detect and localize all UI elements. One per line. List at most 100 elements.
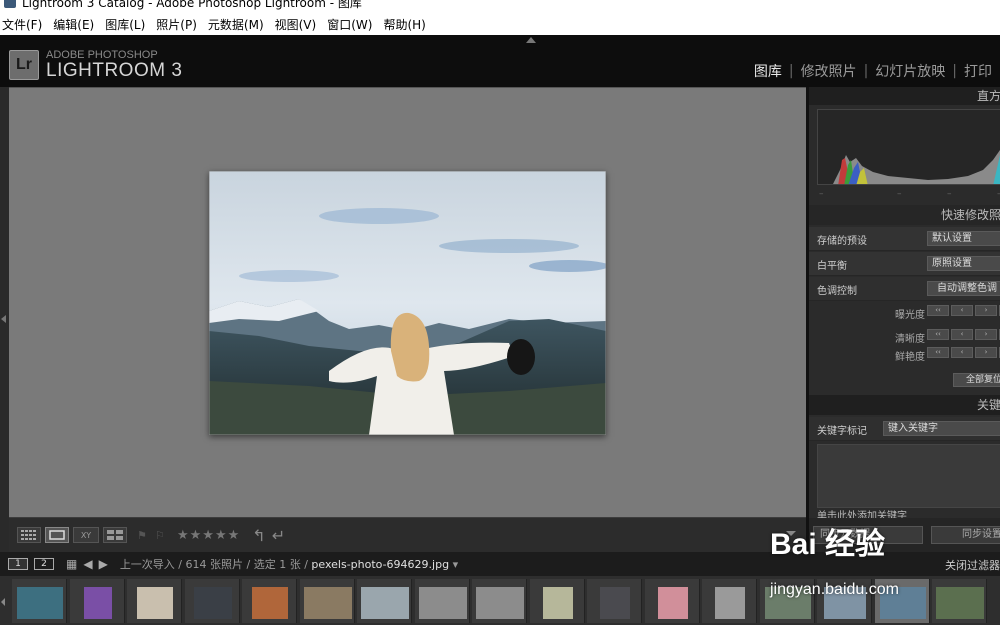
chevron-down-icon[interactable]: ▾ <box>453 558 459 571</box>
flag-pick-icon[interactable]: ⚑ <box>137 529 149 542</box>
main-window-button[interactable]: 1 <box>8 558 28 570</box>
forward-arrow-icon[interactable]: ▶ <box>99 557 108 571</box>
module-separator: | <box>788 63 794 79</box>
histogram-graph <box>833 150 1000 184</box>
menu-help[interactable]: 帮助(H) <box>383 16 425 33</box>
vibrance-row: 鲜艳度 ‹‹ ‹ › ›› <box>809 344 1000 364</box>
filmstrip-thumbnail[interactable] <box>242 579 297 623</box>
thumbnail-image <box>600 587 630 619</box>
thumbnail-image <box>476 587 524 619</box>
collapse-top-panel-icon[interactable] <box>526 37 536 43</box>
lightroom-logo: Lr <box>9 50 39 80</box>
filmstrip-thumbnail[interactable] <box>530 579 585 623</box>
thumbnail-image <box>658 587 688 619</box>
clarity-increase-button[interactable]: › <box>975 329 997 340</box>
loupe-icon <box>49 530 65 540</box>
compare-view-button[interactable]: XY <box>73 527 99 543</box>
clarity-decrease-large-button[interactable]: ‹‹ <box>927 329 949 340</box>
vibrance-decrease-button[interactable]: ‹ <box>951 347 973 358</box>
exposure-label: 曝光度 <box>895 310 925 321</box>
menu-metadata[interactable]: 元数据(M) <box>208 16 264 33</box>
module-picker: 图库 | 修改照片 | 幻灯片放映 | 打印 <box>754 61 992 81</box>
thumbnail-image <box>304 587 352 619</box>
photo-image <box>209 171 606 435</box>
saved-preset-label: 存储的预设 <box>817 236 867 247</box>
second-window-button[interactable]: 2 <box>34 558 54 570</box>
menu-window[interactable]: 窗口(W) <box>327 16 372 33</box>
reset-all-button[interactable]: 全部复位 <box>953 373 1000 387</box>
module-separator: | <box>952 63 957 79</box>
vibrance-decrease-large-button[interactable]: ‹‹ <box>927 347 949 358</box>
brand-title: LIGHTROOM 3 <box>46 60 183 81</box>
filmstrip-thumbnail[interactable] <box>645 579 700 623</box>
flag-reject-icon[interactable]: ⚐ <box>155 529 167 542</box>
histogram <box>817 109 1000 185</box>
back-arrow-icon[interactable]: ◀ <box>83 557 92 571</box>
filmstrip-thumbnail[interactable] <box>300 579 355 623</box>
histogram-ticks: – – – – <box>819 189 1000 199</box>
module-develop[interactable]: 修改照片 <box>801 61 857 81</box>
app-icon <box>4 0 16 8</box>
loupe-view-button[interactable] <box>45 527 69 543</box>
thumbnail-image <box>543 587 573 619</box>
survey-view-button[interactable] <box>103 527 127 543</box>
grid-view-button[interactable] <box>17 527 41 543</box>
module-separator: | <box>863 63 869 79</box>
white-balance-select[interactable]: 原照设置 <box>927 256 1000 271</box>
filmstrip-thumbnail[interactable] <box>127 579 182 623</box>
module-print[interactable]: 打印 <box>964 61 992 81</box>
filter-off-label[interactable]: 关闭过滤器 <box>945 557 1000 573</box>
thumbnail-image <box>419 587 467 619</box>
saved-preset-select[interactable]: 默认设置 <box>927 231 1000 246</box>
left-panel-collapsed[interactable] <box>0 87 9 552</box>
thumbnail-image <box>84 587 112 619</box>
quick-develop-header[interactable]: 快速修改照 <box>809 205 1000 225</box>
thumbnail-image <box>252 587 288 619</box>
sync-settings-button[interactable]: 同步设置 <box>931 526 1000 544</box>
menu-bar: 文件(F) 编辑(E) 图库(L) 照片(P) 元数据(M) 视图(V) 窗口(… <box>0 14 1000 35</box>
menu-edit[interactable]: 编辑(E) <box>53 16 94 33</box>
exposure-row: 曝光度 ‹‹ ‹ › ›› <box>809 302 1000 322</box>
exposure-decrease-large-button[interactable]: ‹‹ <box>927 305 949 316</box>
menu-file[interactable]: 文件(F) <box>2 16 42 33</box>
histogram-header[interactable]: 直方 <box>809 87 1000 105</box>
keyword-tags-row: 关键字标记 键入关键字 <box>809 417 1000 441</box>
auto-tone-button[interactable]: 自动调整色调 <box>927 281 1000 296</box>
thumbnail-image <box>936 587 984 619</box>
filmstrip-thumbnail[interactable] <box>702 579 757 623</box>
filmstrip-thumbnail[interactable] <box>70 579 125 623</box>
menu-view[interactable]: 视图(V) <box>275 16 317 33</box>
filmstrip-thumbnail[interactable] <box>587 579 642 623</box>
right-panel: 直方 – – – – 快速修改照 存储的预设 默认设置 白平衡 原照设置 色调控… <box>806 87 1000 552</box>
rotate-right-icon[interactable]: ↵ <box>272 526 285 545</box>
clarity-row: 清晰度 ‹‹ ‹ › ›› <box>809 326 1000 346</box>
filmstrip-thumbnail[interactable] <box>472 579 527 623</box>
module-library[interactable]: 图库 <box>754 61 782 81</box>
rotate-left-icon[interactable]: ↰ <box>252 526 265 545</box>
source-breadcrumb-text: 上一次导入 / 614 张照片 / 选定 1 张 / <box>119 558 308 571</box>
source-breadcrumb[interactable]: 上一次导入 / 614 张照片 / 选定 1 张 / pexels-photo-… <box>120 556 458 572</box>
filmstrip-scroll-left-icon[interactable] <box>1 598 5 606</box>
star-rating[interactable]: ★★★★★ <box>177 528 240 543</box>
menu-library[interactable]: 图库(L) <box>105 16 145 33</box>
module-slideshow[interactable]: 幻灯片放映 <box>875 61 945 81</box>
filmstrip-thumbnail[interactable] <box>415 579 470 623</box>
filmstrip-thumbnail[interactable] <box>932 579 987 623</box>
grid-icon[interactable]: ▦ <box>66 557 77 571</box>
filmstrip-thumbnail[interactable] <box>12 579 67 623</box>
keyword-tags-select[interactable]: 键入关键字 <box>883 421 1000 436</box>
exposure-increase-button[interactable]: › <box>975 305 997 316</box>
vibrance-increase-button[interactable]: › <box>975 347 997 358</box>
filmstrip-thumbnail[interactable] <box>357 579 412 623</box>
filmstrip-thumbnail[interactable] <box>185 579 240 623</box>
clarity-decrease-button[interactable]: ‹ <box>951 329 973 340</box>
identity-plate: Lr ADOBE PHOTOSHOP LIGHTROOM 3 图库 | 修改照片… <box>0 35 1000 87</box>
window-titlebar: Lightroom 3 Catalog - Adobe Photoshop Li… <box>0 0 1000 14</box>
keywording-header[interactable]: 关键 <box>809 395 1000 415</box>
keyword-textarea[interactable] <box>817 444 1000 508</box>
baidu-url: jingyan.baidu.com <box>770 581 899 598</box>
exposure-decrease-button[interactable]: ‹ <box>951 305 973 316</box>
expand-left-panel-icon[interactable] <box>1 315 6 323</box>
loupe-photo[interactable] <box>209 171 606 435</box>
menu-photo[interactable]: 照片(P) <box>156 16 197 33</box>
